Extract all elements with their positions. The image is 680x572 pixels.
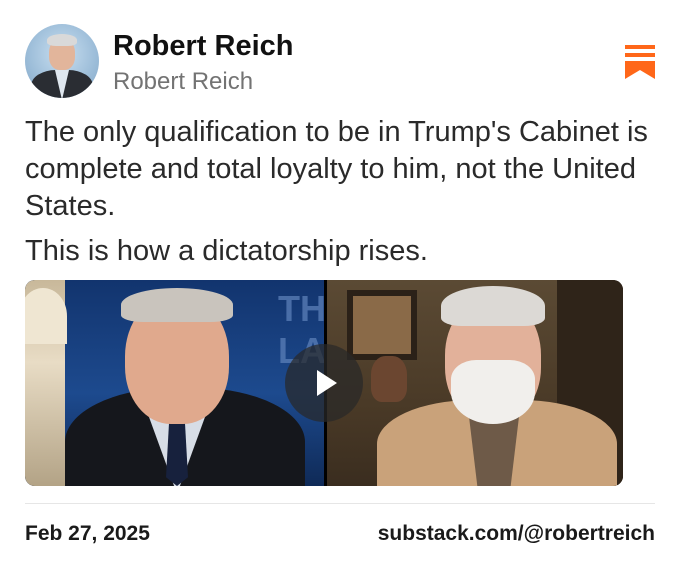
footer-divider xyxy=(25,503,655,504)
vase xyxy=(371,356,407,402)
capitol-dome xyxy=(25,288,67,344)
guest-beard xyxy=(451,360,535,424)
substack-logo-icon[interactable] xyxy=(625,45,655,79)
avatar-hair xyxy=(47,34,77,46)
author-avatar[interactable] xyxy=(25,24,99,98)
profile-url-link[interactable]: substack.com/@robertreich xyxy=(378,522,655,546)
video-right-pane xyxy=(327,280,623,486)
wall-picture-frame xyxy=(347,290,417,360)
post-date: Feb 27, 2025 xyxy=(25,522,150,545)
author-name[interactable]: Robert Reich xyxy=(113,30,293,63)
post-body: The only qualification to be in Trump's … xyxy=(25,114,655,278)
post-header: Robert Reich Robert Reich xyxy=(25,24,655,100)
video-left-pane: THE LA xyxy=(25,280,324,486)
post-paragraph: The only qualification to be in Trump's … xyxy=(25,116,648,222)
play-icon xyxy=(317,370,337,396)
author-handle[interactable]: Robert Reich xyxy=(113,68,253,96)
post-paragraph: This is how a dictatorship rises. xyxy=(25,235,428,267)
host-hair xyxy=(121,288,233,322)
guest-hair xyxy=(441,286,545,326)
play-button[interactable] xyxy=(285,344,363,422)
video-thumbnail[interactable]: THE LA xyxy=(25,280,623,486)
